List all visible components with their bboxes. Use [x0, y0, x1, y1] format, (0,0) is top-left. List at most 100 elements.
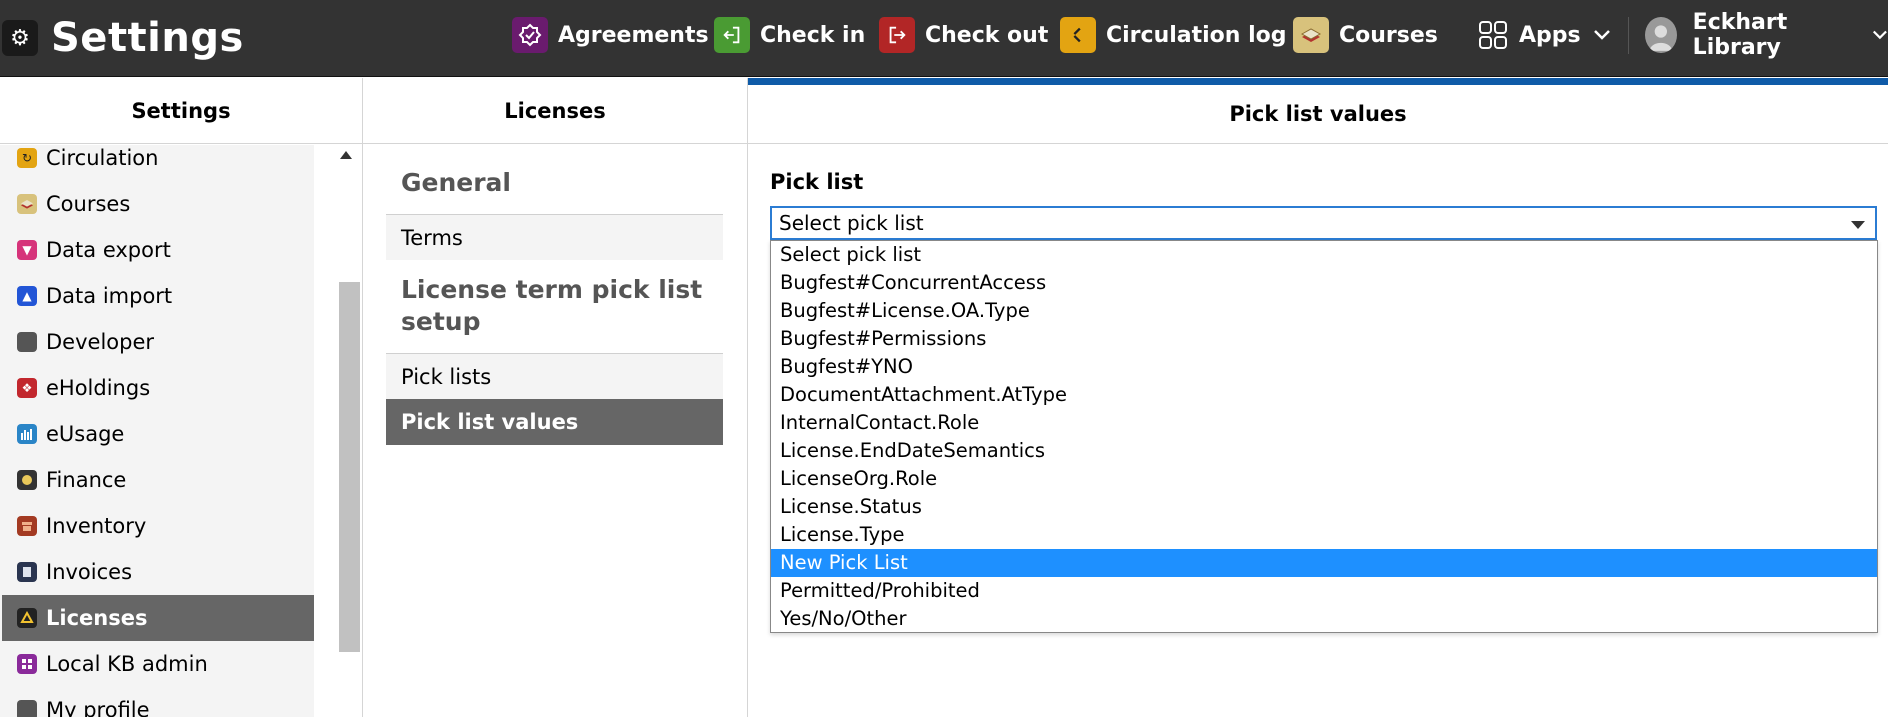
- pick-list-option-highlighted[interactable]: New Pick List: [771, 549, 1877, 577]
- eholdings-icon: ❖: [17, 378, 37, 398]
- pick-list-option[interactable]: License.Status: [771, 493, 1877, 521]
- circulation-log-icon: [1060, 17, 1096, 53]
- top-navigation-bar: ⚙ Settings Agreements Check in Check out…: [0, 0, 1888, 77]
- eusage-icon: [17, 424, 37, 444]
- chevron-down-icon: [1873, 30, 1888, 40]
- my-profile-icon: [17, 700, 37, 717]
- settings-scrollbar-thumb[interactable]: [339, 282, 360, 652]
- settings-nav-label: Invoices: [46, 560, 133, 584]
- nav-agreements-label: Agreements: [558, 22, 709, 48]
- settings-nav-label: Data export: [46, 238, 171, 262]
- settings-nav-label: eUsage: [46, 422, 125, 446]
- nav-check-in-label: Check in: [760, 22, 866, 48]
- local-kb-admin-icon: [17, 654, 37, 674]
- pick-list-dropdown: Select pick list Bugfest#ConcurrentAcces…: [770, 240, 1878, 633]
- finance-icon: [17, 470, 37, 490]
- settings-nav-eholdings[interactable]: ❖ eHoldings: [2, 365, 314, 411]
- courses-icon: [1293, 17, 1329, 53]
- pick-list-option[interactable]: Bugfest#License.OA.Type: [771, 297, 1877, 325]
- nav-check-in[interactable]: Check in: [714, 17, 865, 53]
- apps-label: Apps: [1519, 22, 1581, 48]
- settings-nav-label: Developer: [46, 330, 155, 354]
- settings-nav-label: My profile: [46, 698, 150, 717]
- settings-nav-licenses[interactable]: Licenses: [2, 595, 314, 641]
- settings-nav-eusage[interactable]: eUsage: [2, 411, 314, 457]
- data-export-icon: ▼: [17, 240, 37, 260]
- apps-menu[interactable]: Apps: [1475, 17, 1611, 53]
- settings-gear-icon: ⚙: [2, 20, 38, 56]
- data-import-icon: ▲: [17, 286, 37, 306]
- nav-divider: [1628, 17, 1629, 54]
- developer-icon: [17, 332, 37, 352]
- pick-list-option[interactable]: LicenseOrg.Role: [771, 465, 1877, 493]
- nav-agreements[interactable]: Agreements: [512, 17, 709, 53]
- settings-nav-data-export[interactable]: ▼ Data export: [2, 227, 314, 273]
- licenses-nav-pick-list-values[interactable]: Pick list values: [386, 399, 723, 445]
- pane-divider: [747, 78, 748, 717]
- settings-nav-finance[interactable]: Finance: [2, 457, 314, 503]
- licenses-nav-pick-lists[interactable]: Pick lists: [386, 353, 723, 399]
- settings-nav-invoices[interactable]: Invoices: [2, 549, 314, 595]
- settings-nav-label: Circulation: [46, 146, 159, 170]
- settings-nav-data-import[interactable]: ▲ Data import: [2, 273, 314, 319]
- settings-nav-label: Data import: [46, 284, 173, 308]
- settings-pane-header: Settings: [0, 78, 362, 144]
- inventory-icon: [17, 516, 37, 536]
- pick-list-option[interactable]: Permitted/Prohibited: [771, 577, 1877, 605]
- avatar-icon: [1645, 17, 1677, 53]
- nav-courses[interactable]: Courses: [1293, 17, 1438, 53]
- check-out-icon: [879, 17, 915, 53]
- nav-circulation-log-label: Circulation log: [1106, 22, 1287, 48]
- picklist-setup-heading-line: License term pick list: [401, 275, 703, 304]
- agreements-icon: [512, 17, 548, 53]
- nav-check-out-label: Check out: [925, 22, 1049, 48]
- licenses-nav-terms[interactable]: Terms: [386, 214, 723, 260]
- user-menu[interactable]: Eckhart Library: [1645, 10, 1888, 60]
- pick-list-option[interactable]: DocumentAttachment.AtType: [771, 381, 1877, 409]
- settings-nav-label: Inventory: [46, 514, 147, 538]
- pick-list-select[interactable]: Select pick list: [770, 206, 1877, 240]
- pick-list-option[interactable]: License.EndDateSemantics: [771, 437, 1877, 465]
- chevron-down-icon: [1593, 30, 1610, 40]
- app-title: Settings: [51, 15, 244, 61]
- settings-nav-list: ↻ Circulation Courses ▼ Data export ▲ Da…: [0, 145, 314, 717]
- invoices-icon: [17, 562, 37, 582]
- pick-list-values-pane-header: Pick list values: [748, 85, 1888, 144]
- pick-list-select-value: Select pick list: [779, 211, 924, 235]
- nav-circulation-log[interactable]: Circulation log: [1060, 17, 1287, 53]
- settings-nav-my-profile[interactable]: My profile: [2, 687, 314, 717]
- courses-icon: [17, 194, 37, 214]
- check-in-icon: [714, 17, 750, 53]
- settings-nav-developer[interactable]: Developer: [2, 319, 314, 365]
- brand[interactable]: ⚙ Settings: [0, 15, 244, 61]
- pick-list-option[interactable]: Bugfest#ConcurrentAccess: [771, 269, 1877, 297]
- settings-nav-label: Courses: [46, 192, 131, 216]
- settings-nav-local-kb-admin[interactable]: Local KB admin: [2, 641, 314, 687]
- nav-courses-label: Courses: [1339, 22, 1438, 48]
- settings-nav-circulation[interactable]: ↻ Circulation: [2, 145, 314, 181]
- settings-nav-label: Finance: [46, 468, 127, 492]
- pick-list-option[interactable]: Bugfest#YNO: [771, 353, 1877, 381]
- pick-list-option[interactable]: Select pick list: [771, 241, 1877, 269]
- circulation-icon: ↻: [17, 148, 37, 168]
- user-label: Eckhart Library: [1692, 10, 1788, 60]
- caret-down-icon: [1851, 221, 1865, 229]
- general-heading: General: [401, 168, 511, 197]
- settings-nav-label: Local KB admin: [46, 652, 208, 676]
- settings-nav-courses[interactable]: Courses: [2, 181, 314, 227]
- scroll-up-arrow-icon[interactable]: [340, 151, 352, 159]
- licenses-nav-label: Terms: [401, 225, 463, 250]
- pick-list-option[interactable]: Bugfest#Permissions: [771, 325, 1877, 353]
- settings-nav-inventory[interactable]: Inventory: [2, 503, 314, 549]
- apps-grid-icon: [1475, 17, 1511, 53]
- licenses-icon: [17, 608, 37, 628]
- pane-divider: [362, 78, 363, 717]
- picklist-setup-heading-line: setup: [401, 307, 481, 336]
- pick-list-option[interactable]: Yes/No/Other: [771, 605, 1877, 633]
- picklist-setup-heading: License term pick list setup: [401, 274, 702, 338]
- licenses-nav-label: Pick list values: [401, 410, 579, 434]
- pick-list-field-label: Pick list: [770, 170, 864, 194]
- pick-list-option[interactable]: InternalContact.Role: [771, 409, 1877, 437]
- pick-list-option[interactable]: License.Type: [771, 521, 1877, 549]
- nav-check-out[interactable]: Check out: [879, 17, 1048, 53]
